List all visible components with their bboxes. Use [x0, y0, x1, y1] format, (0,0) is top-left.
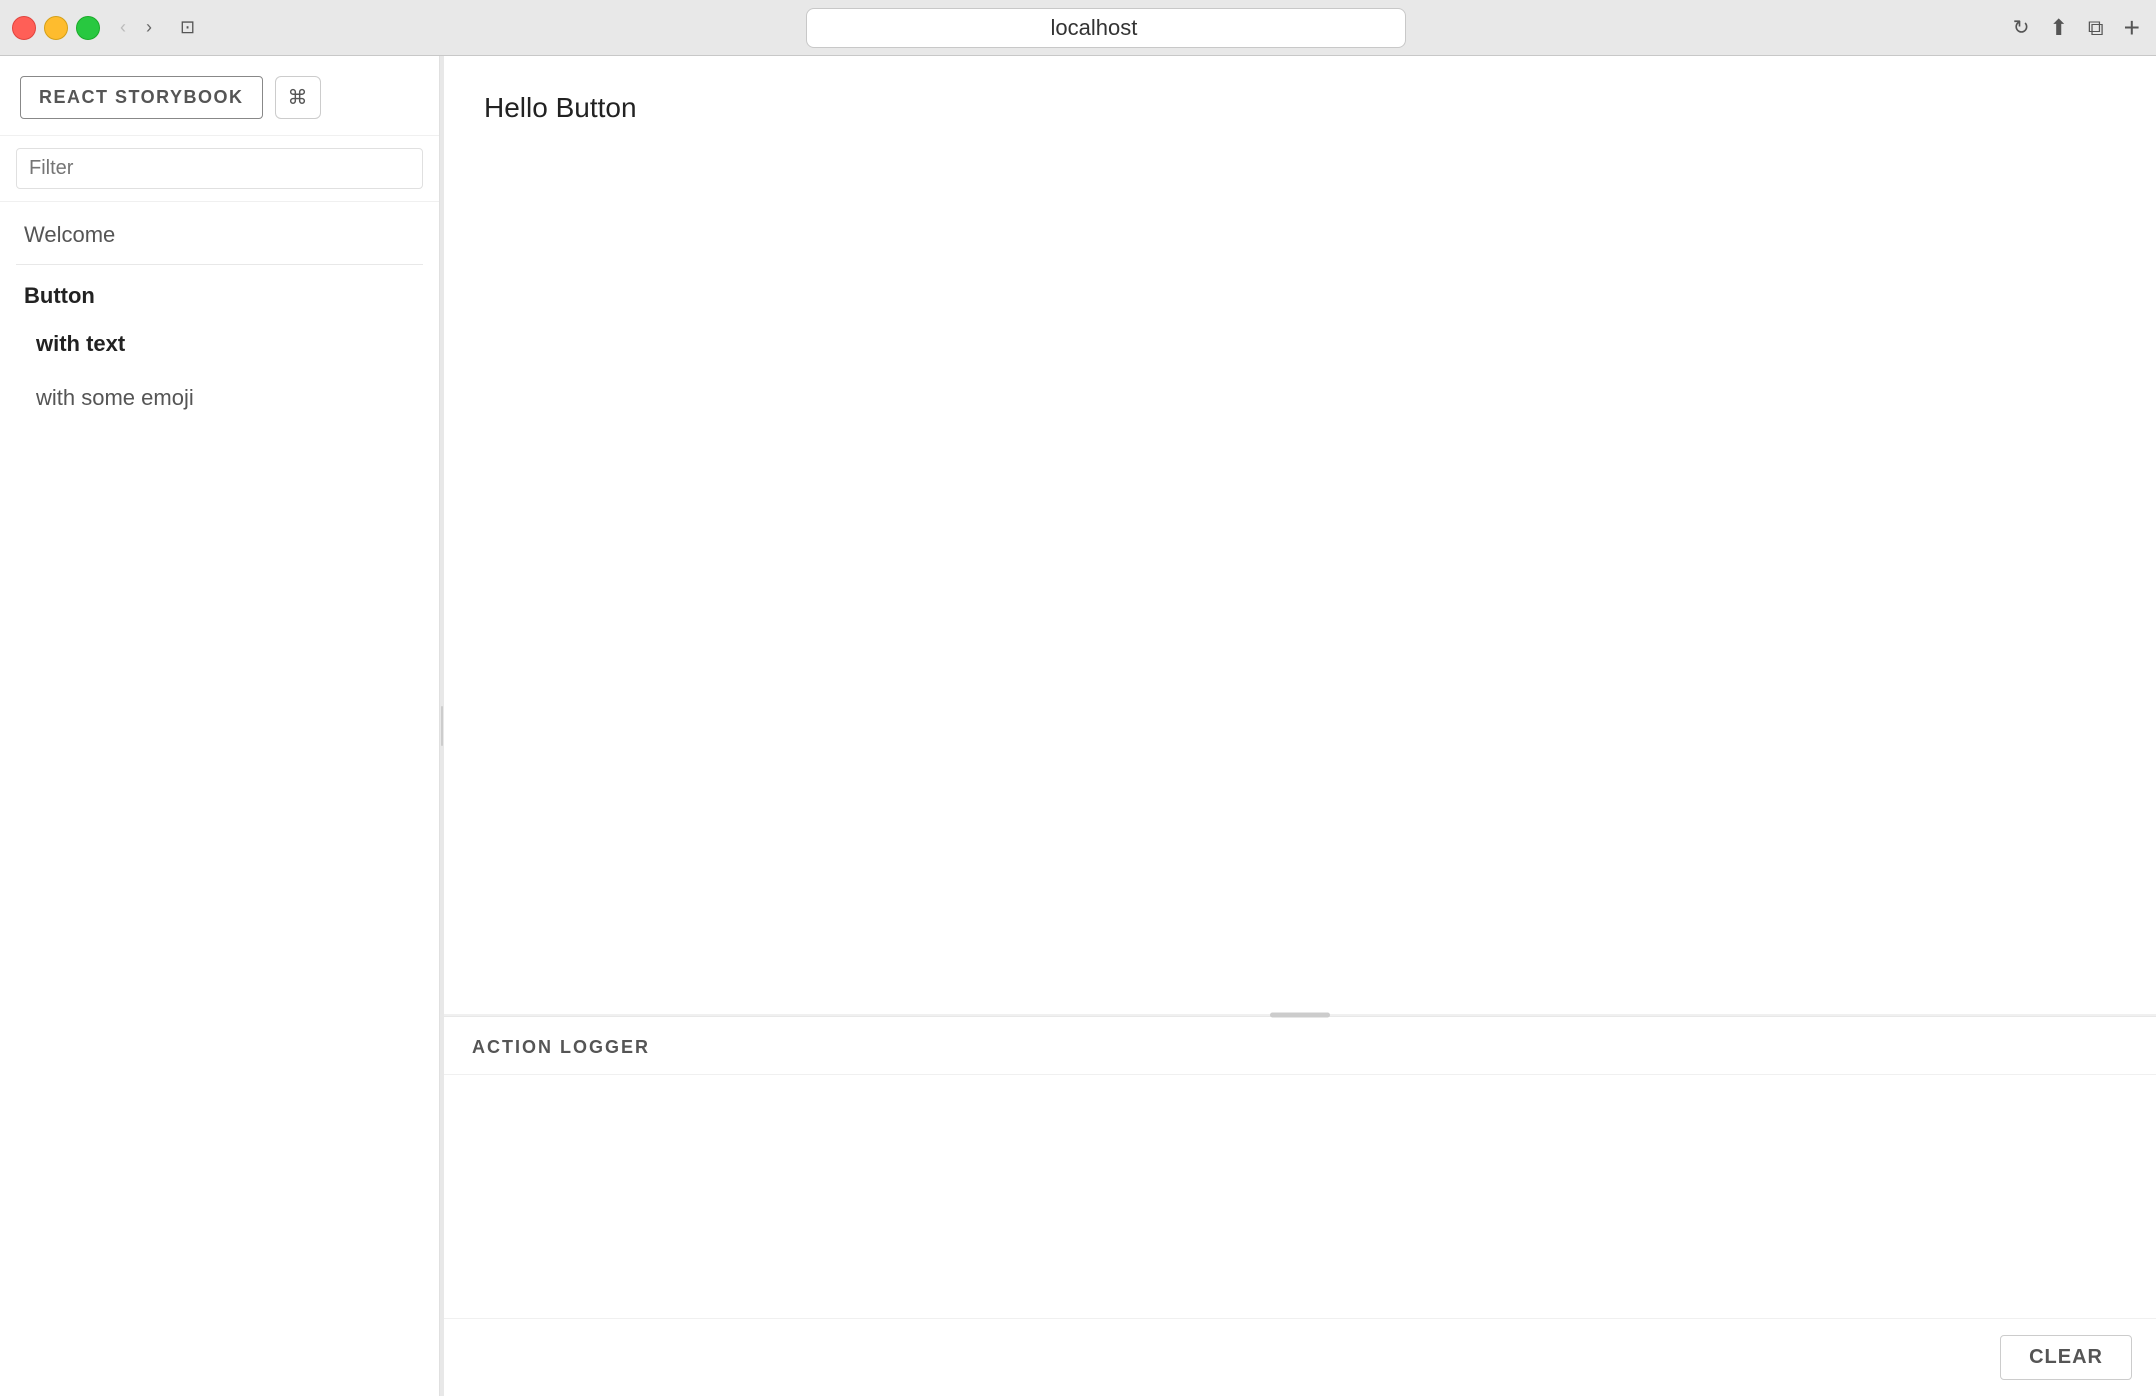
sidebar-group-button: Button	[0, 269, 439, 317]
sidebar-nav: Welcome Button with text with some emoji	[0, 202, 439, 1396]
forward-button[interactable]: ›	[138, 13, 160, 42]
panel-divider[interactable]	[444, 1014, 2156, 1016]
new-tab-button[interactable]: +	[2120, 8, 2144, 48]
share-button[interactable]: ⬆	[2045, 11, 2071, 45]
sidebar: REACT STORYBOOK ⌘ Welcome Button with te…	[0, 56, 440, 1396]
sidebar-item-welcome[interactable]: Welcome	[0, 210, 439, 260]
back-button[interactable]: ‹	[112, 13, 134, 42]
traffic-lights	[12, 16, 100, 40]
filter-input[interactable]	[16, 148, 423, 189]
tabs-button[interactable]: ⧉	[2084, 11, 2108, 45]
traffic-light-red[interactable]	[12, 16, 36, 40]
sidebar-item-with-text[interactable]: with text	[0, 317, 439, 371]
sidebar-item-with-some-emoji[interactable]: with some emoji	[0, 371, 439, 425]
action-logger-footer: CLEAR	[444, 1318, 2156, 1396]
storybook-button[interactable]: REACT STORYBOOK	[20, 76, 263, 119]
sidebar-header: REACT STORYBOOK ⌘	[0, 56, 439, 136]
address-bar	[215, 8, 1997, 48]
panel-divider-handle	[1270, 1013, 1330, 1018]
nav-buttons: ‹ ›	[112, 13, 160, 42]
traffic-light-green[interactable]	[76, 16, 100, 40]
filter-container	[0, 136, 439, 202]
clear-button[interactable]: CLEAR	[2000, 1335, 2132, 1380]
story-area: Hello Button	[444, 56, 2156, 1014]
action-logger-body	[444, 1075, 2156, 1318]
browser-chrome: ‹ › ⊡ ↻ ⬆ ⧉ +	[0, 0, 2156, 56]
reload-button[interactable]: ↻	[2009, 11, 2034, 44]
sidebar-toggle-button[interactable]: ⊡	[172, 13, 203, 42]
address-input[interactable]	[806, 8, 1406, 48]
main-content: Hello Button ACTION LOGGER CLEAR	[444, 56, 2156, 1396]
action-logger: ACTION LOGGER CLEAR	[444, 1016, 2156, 1396]
story-title: Hello Button	[484, 92, 2116, 124]
action-logger-title: ACTION LOGGER	[472, 1037, 650, 1057]
nav-divider	[16, 264, 423, 265]
keyboard-shortcut-button[interactable]: ⌘	[275, 76, 321, 119]
action-logger-header: ACTION LOGGER	[444, 1017, 2156, 1075]
sidebar-resizer[interactable]	[440, 56, 444, 1396]
traffic-light-yellow[interactable]	[44, 16, 68, 40]
app-container: REACT STORYBOOK ⌘ Welcome Button with te…	[0, 56, 2156, 1396]
